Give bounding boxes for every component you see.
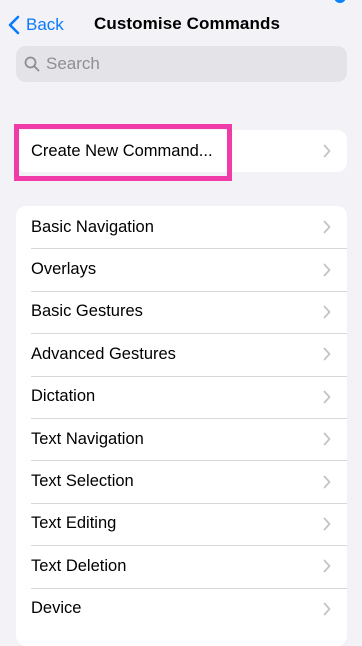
list-item-label: Device	[31, 599, 82, 618]
list-item-basic-navigation[interactable]: Basic Navigation	[16, 206, 347, 248]
list-item-label: Text Deletion	[31, 556, 127, 575]
list-item-device[interactable]: Device	[16, 587, 347, 630]
chevron-right-icon	[323, 144, 331, 158]
chevron-right-icon	[323, 432, 331, 446]
chevron-right-icon	[323, 559, 331, 573]
list-item-overlays[interactable]: Overlays	[16, 248, 347, 290]
chevron-right-icon	[323, 347, 331, 361]
list-item-text-deletion[interactable]: Text Deletion	[16, 545, 347, 587]
list-item-label: Basic Gestures	[31, 302, 143, 321]
list-item-text-navigation[interactable]: Text Navigation	[16, 417, 347, 460]
chevron-right-icon	[323, 602, 331, 616]
list-item-text-editing[interactable]: Text Editing	[16, 502, 347, 545]
search-icon	[24, 56, 40, 72]
back-button[interactable]: Back	[8, 13, 64, 37]
chevron-right-icon	[323, 263, 331, 276]
list-item-label: Text Navigation	[31, 429, 144, 448]
create-new-command-label: Create New Command...	[31, 141, 213, 160]
page-title: Customise Commands	[94, 14, 281, 33]
list-item-dictation[interactable]: Dictation	[16, 375, 347, 418]
list-item-label: Advanced Gestures	[31, 344, 176, 363]
list-item-label: Text Editing	[31, 514, 117, 533]
chevron-left-icon	[8, 15, 20, 35]
search-input[interactable]	[46, 54, 326, 74]
status-indicator-icon	[334, 0, 346, 3]
list-item-label: Dictation	[31, 387, 96, 406]
navigation-bar: Back Customise Commands	[0, 6, 362, 44]
chevron-right-icon	[323, 220, 331, 234]
chevron-right-icon	[323, 305, 331, 319]
list-item-label: Text Selection	[31, 472, 134, 491]
list-item-text-selection[interactable]: Text Selection	[16, 460, 347, 502]
create-new-command-row[interactable]: Create New Command...	[16, 130, 347, 172]
back-label: Back	[26, 15, 64, 34]
list-item-basic-gestures[interactable]: Basic Gestures	[16, 290, 347, 333]
chevron-right-icon	[323, 517, 331, 531]
chevron-right-icon	[323, 390, 331, 404]
list-item-advanced-gestures[interactable]: Advanced Gestures	[16, 333, 347, 375]
list-item-label: Basic Navigation	[31, 217, 154, 236]
command-categories-list: Basic Navigation Overlays Basic Gestures…	[16, 206, 347, 646]
chevron-right-icon	[323, 475, 331, 488]
create-command-group: Create New Command...	[16, 130, 347, 172]
search-bar[interactable]	[16, 46, 347, 82]
list-item-label: Overlays	[31, 260, 97, 279]
